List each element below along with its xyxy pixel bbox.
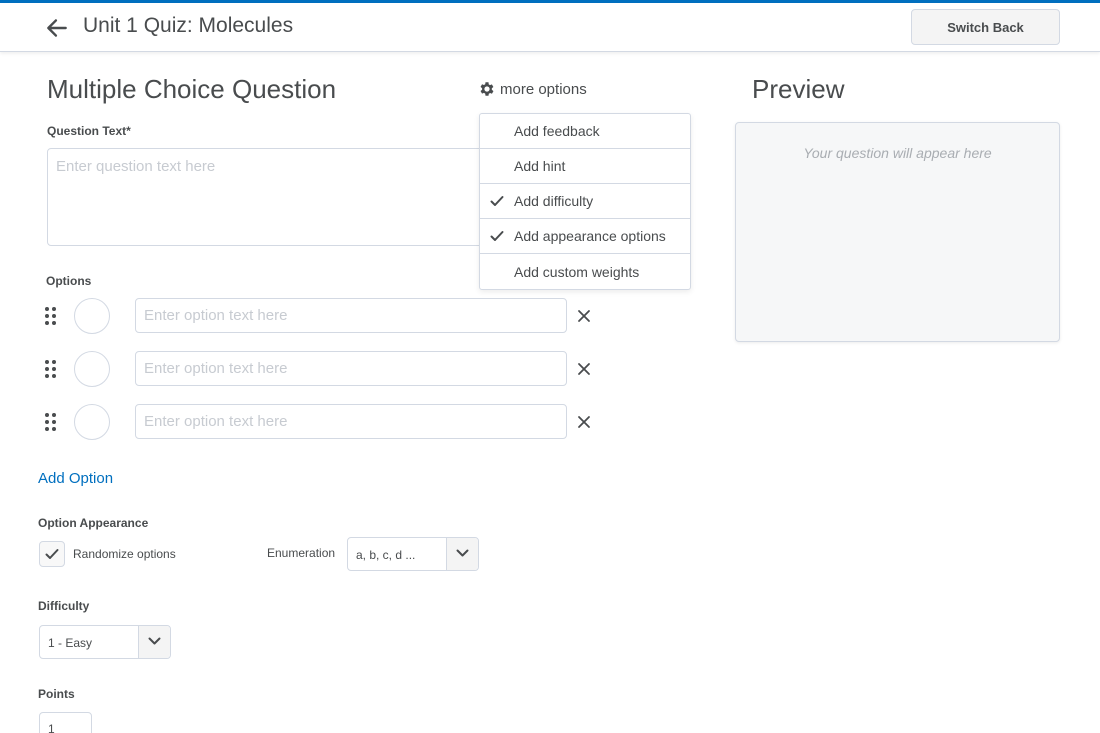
option-appearance-label: Option Appearance: [38, 516, 149, 530]
difficulty-select[interactable]: 1 - Easy: [39, 625, 171, 659]
points-label: Points: [38, 687, 75, 701]
option-row: [44, 351, 604, 387]
add-option-link[interactable]: Add Option: [38, 470, 113, 487]
option-row: [44, 404, 604, 440]
more-options-menu: Add feedback Add hint Add difficulty Add…: [479, 113, 691, 290]
randomize-options-label: Randomize options: [73, 547, 176, 561]
switch-back-button[interactable]: Switch Back: [911, 9, 1060, 45]
menu-item-label: Add hint: [514, 158, 566, 174]
menu-item-add-difficulty[interactable]: Add difficulty: [480, 184, 690, 219]
checkmark-icon: [45, 549, 59, 559]
correct-answer-radio[interactable]: [74, 351, 110, 387]
menu-item-label: Add difficulty: [514, 193, 594, 209]
menu-item-add-hint[interactable]: Add hint: [480, 149, 690, 184]
page-title: Unit 1 Quiz: Molecules: [83, 14, 294, 37]
arrow-left-icon: [47, 19, 67, 37]
option-text-input[interactable]: [135, 298, 567, 333]
enumeration-label: Enumeration: [267, 546, 336, 560]
drag-handle-icon[interactable]: [44, 412, 58, 432]
question-text-input[interactable]: [47, 148, 487, 246]
checkmark-icon: [490, 196, 504, 206]
menu-item-add-custom-weights[interactable]: Add custom weights: [480, 254, 690, 289]
back-button[interactable]: [44, 15, 70, 41]
drag-handle-icon[interactable]: [44, 359, 58, 379]
menu-item-label: Add feedback: [514, 123, 600, 139]
correct-answer-radio[interactable]: [74, 404, 110, 440]
option-text-input[interactable]: [135, 351, 567, 386]
chevron-down-icon: [456, 549, 469, 557]
dropdown-toggle: [138, 626, 170, 658]
enumeration-select[interactable]: a, b, c, d ...: [347, 537, 479, 571]
preview-title: Preview: [752, 74, 845, 104]
drag-handle-icon[interactable]: [44, 306, 58, 326]
menu-item-add-feedback[interactable]: Add feedback: [480, 114, 690, 149]
difficulty-value: 1 - Easy: [48, 636, 93, 650]
checkmark-icon: [490, 231, 504, 241]
preview-panel: Your question will appear here: [735, 122, 1060, 342]
option-text-input[interactable]: [135, 404, 567, 439]
enumeration-value: a, b, c, d ...: [356, 548, 416, 562]
question-type-title: Multiple Choice Question: [47, 74, 337, 104]
correct-answer-radio[interactable]: [74, 298, 110, 334]
gear-icon: [480, 82, 494, 96]
chevron-down-icon: [148, 637, 161, 645]
more-options-label: more options: [500, 80, 587, 98]
question-text-label: Question Text*: [47, 124, 131, 138]
header-bar: Unit 1 Quiz: Molecules Switch Back: [0, 3, 1100, 52]
menu-item-label: Add custom weights: [514, 263, 640, 280]
option-row: [44, 298, 604, 334]
dropdown-toggle: [446, 538, 478, 570]
points-input[interactable]: [39, 712, 92, 733]
options-label: Options: [46, 274, 92, 288]
difficulty-label: Difficulty: [38, 599, 90, 613]
preview-placeholder: Your question will appear here: [803, 145, 992, 161]
menu-item-label: Add appearance options: [514, 228, 666, 244]
close-icon[interactable]: [577, 415, 591, 429]
close-icon[interactable]: [577, 362, 591, 376]
randomize-options-checkbox[interactable]: [39, 541, 65, 567]
more-options-button[interactable]: more options: [478, 80, 587, 98]
close-icon[interactable]: [577, 309, 591, 323]
menu-item-add-appearance-options[interactable]: Add appearance options: [480, 219, 690, 254]
